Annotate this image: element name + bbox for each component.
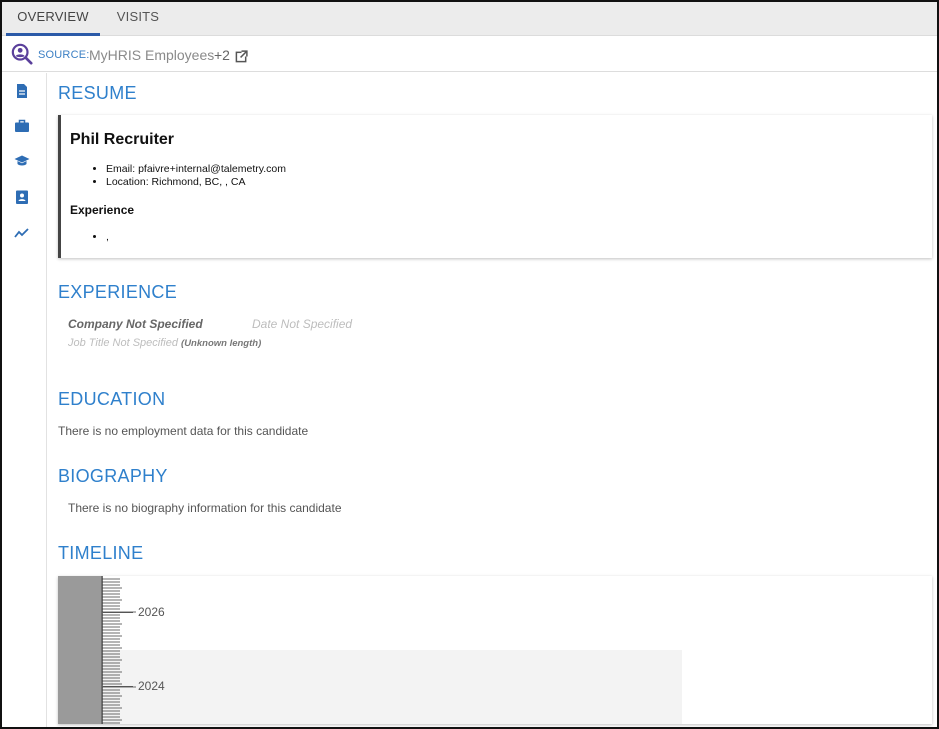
timeline-major-tick [103,686,133,687]
timeline-ticks [101,576,136,724]
resume-heading: RESUME [58,83,137,103]
section-sidebar [2,73,47,727]
experience-job-title-text: Job Title Not Specified [68,337,178,349]
resume-experience-item: , [106,231,109,244]
timeline-year-label: 2026 [138,605,165,619]
trend-line-icon[interactable] [14,225,30,241]
graduation-cap-icon[interactable] [14,153,30,169]
experience-date: Date Not Specified [252,317,353,331]
experience-job-title: Job Title Not Specified (Unknown length) [68,337,261,349]
experience-length: (Unknown length) [181,338,262,349]
source-value: MyHRIS Employees [89,47,215,63]
tab-bar: OVERVIEW VISITS [2,2,937,36]
resume-experience-heading: Experience [70,203,135,217]
timeline-major-tick [103,612,133,613]
experience-company: Company Not Specified [68,317,203,331]
education-message: There is no employment data for this can… [58,424,309,438]
resume-details-list: Email: pfaivre+internal@talemetry.com Lo… [92,163,286,189]
education-heading: EDUCATION [58,389,166,409]
timeline-year-label: 2024 [138,679,165,693]
app-frame: OVERVIEW VISITS SOURCE: MyHRIS Employees… [0,0,939,729]
experience-heading: EXPERIENCE [58,282,178,302]
person-search-icon[interactable] [11,43,33,65]
source-bar: SOURCE: MyHRIS Employees +2 [2,37,937,72]
resume-location: Location: Richmond, BC, , CA [106,176,286,189]
source-extra-count[interactable]: +2 [214,47,230,63]
timeline-chart: 2026 2024 [58,576,932,724]
resume-card: Phil Recruiter Email: pfaivre+internal@t… [58,115,932,258]
contact-card-icon[interactable] [14,189,30,205]
candidate-name: Phil Recruiter [70,131,175,148]
timeline-heading: TIMELINE [58,543,144,563]
resume-experience-list: , [92,231,109,244]
source-label: SOURCE: [38,49,90,61]
resume-email: Email: pfaivre+internal@talemetry.com [106,163,286,176]
external-link-icon[interactable] [235,50,248,63]
tab-overview[interactable]: OVERVIEW [6,2,100,36]
document-icon[interactable] [14,83,30,99]
briefcase-icon[interactable] [14,118,30,134]
biography-message: There is no biography information for th… [68,501,342,515]
tab-visits[interactable]: VISITS [106,2,170,36]
biography-heading: BIOGRAPHY [58,466,168,486]
